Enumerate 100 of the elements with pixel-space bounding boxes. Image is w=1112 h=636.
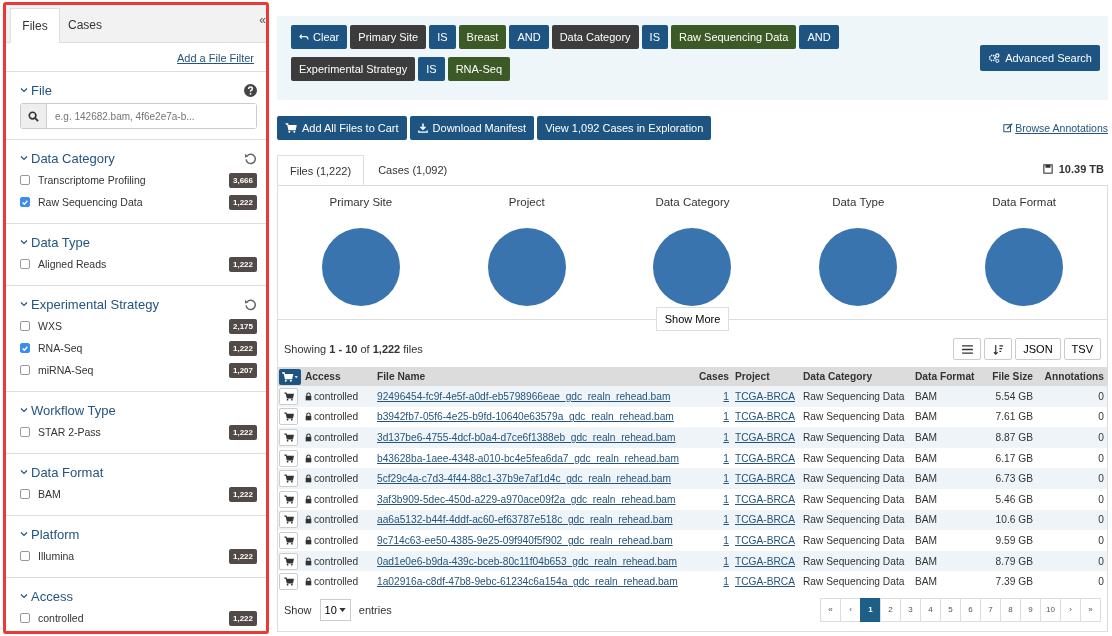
page-button[interactable]: ‹ xyxy=(840,597,861,622)
add-to-cart-button[interactable] xyxy=(279,490,298,508)
facet-option-label[interactable]: STAR 2-Pass xyxy=(38,426,101,438)
cart-menu-button[interactable] xyxy=(279,368,301,385)
cases-link[interactable]: 1 xyxy=(723,390,729,402)
reset-icon[interactable] xyxy=(244,151,257,165)
add-to-cart-button[interactable] xyxy=(279,552,298,570)
query-term[interactable]: Raw Sequencing Data xyxy=(671,25,797,49)
column-header[interactable]: File Size xyxy=(992,371,1033,382)
pie-chart[interactable] xyxy=(985,228,1064,306)
page-button[interactable]: 8 xyxy=(1000,597,1021,622)
cases-link[interactable]: 1 xyxy=(723,452,729,464)
add-to-cart-button[interactable] xyxy=(279,573,298,591)
action-button[interactable]: Download Manifest xyxy=(409,116,535,140)
project-link[interactable]: TCGA-BRCA xyxy=(735,534,795,546)
file-name-link[interactable]: 3af3b909-5dec-450d-a229-a970ace09f2a_gdc_realn_rehead.bam xyxy=(377,493,676,505)
column-header[interactable]: Cases xyxy=(698,371,729,382)
action-button[interactable]: Add All Files to Cart xyxy=(277,116,407,140)
collapse-button[interactable]: « xyxy=(259,9,266,27)
cases-link[interactable]: 1 xyxy=(723,411,729,423)
reset-icon[interactable] xyxy=(244,297,257,311)
checkbox[interactable] xyxy=(20,343,30,353)
pie-chart[interactable] xyxy=(819,228,898,306)
columns-button[interactable] xyxy=(953,338,982,360)
pie-chart[interactable] xyxy=(487,228,566,306)
sidebar-tab[interactable]: Files xyxy=(10,8,60,43)
column-header[interactable]: Annotations xyxy=(1044,371,1104,382)
cases-link[interactable]: 1 xyxy=(723,534,729,546)
checkbox[interactable] xyxy=(20,365,30,375)
browse-annotations-link[interactable]: Browse Annotations xyxy=(1003,122,1108,134)
add-to-cart-button[interactable] xyxy=(279,387,298,405)
file-name-link[interactable]: 92496454-fc9f-4e5f-a0df-eb5798966eae_gdc_realn_rehead.bam xyxy=(377,390,671,402)
query-term[interactable]: Experimental Strategy xyxy=(291,57,416,81)
project-link[interactable]: TCGA-BRCA xyxy=(735,390,795,402)
cases-link[interactable]: 1 xyxy=(723,576,729,588)
column-header[interactable]: Access xyxy=(305,371,341,382)
sidebar-tab[interactable]: Cases xyxy=(60,8,110,42)
page-button[interactable]: 1 xyxy=(860,597,881,622)
cases-link[interactable]: 1 xyxy=(723,514,729,526)
cases-link[interactable]: 1 xyxy=(723,555,729,567)
show-more-button[interactable]: Show More xyxy=(655,307,730,331)
file-name-link[interactable]: 3d137be6-4755-4dcf-b0a4-d7ce6f1388eb_gdc_realn_rehead.bam xyxy=(377,432,676,443)
checkbox[interactable] xyxy=(20,197,30,207)
cases-link[interactable]: 1 xyxy=(723,473,729,485)
page-button[interactable]: 4 xyxy=(920,597,941,622)
chevron-icon[interactable] xyxy=(20,301,28,307)
chevron-icon[interactable] xyxy=(20,593,28,599)
page-button[interactable]: « xyxy=(820,597,841,622)
page-button[interactable]: 5 xyxy=(940,597,961,622)
facet-option-label[interactable]: Aligned Reads xyxy=(38,258,107,270)
chevron-icon[interactable] xyxy=(20,239,28,245)
checkbox[interactable] xyxy=(20,321,30,331)
facet-option-label[interactable]: Illumina xyxy=(38,550,75,562)
page-button[interactable]: 2 xyxy=(880,597,901,622)
project-link[interactable]: TCGA-BRCA xyxy=(735,452,795,464)
facet-option-label[interactable]: Transcriptome Profiling xyxy=(38,174,146,186)
checkbox[interactable] xyxy=(20,613,30,623)
results-tab[interactable]: Files (1,222) xyxy=(277,155,365,186)
query-term[interactable]: IS xyxy=(641,25,668,49)
advanced-search-button[interactable]: Advanced Search xyxy=(980,45,1100,71)
checkbox[interactable] xyxy=(20,551,30,561)
page-button[interactable]: 6 xyxy=(960,597,981,622)
pie-chart[interactable] xyxy=(321,228,400,306)
column-header[interactable]: Project xyxy=(735,371,770,382)
file-name-link[interactable]: 0ad1e0e6-b9da-439c-bceb-80c11f04b653_gdc_realn_rehead.bam xyxy=(377,555,677,567)
add-to-cart-button[interactable] xyxy=(279,511,298,529)
checkbox[interactable] xyxy=(20,175,30,185)
page-button[interactable]: 3 xyxy=(900,597,921,622)
query-term[interactable]: Breast xyxy=(458,25,507,49)
add-to-cart-button[interactable] xyxy=(279,408,298,426)
project-link[interactable]: TCGA-BRCA xyxy=(735,411,795,423)
facet-option-label[interactable]: BAM xyxy=(38,488,61,500)
pie-chart[interactable] xyxy=(653,228,732,306)
file-name-link[interactable]: b3942fb7-05f6-4e25-b9fd-10640e63579a_gdc_realn_rehead.bam xyxy=(377,411,674,423)
file-name-link[interactable]: aa6a5132-b44f-4ddf-ac60-ef63787e518c_gdc_realn_rehead.bam xyxy=(377,514,673,526)
export-button[interactable]: JSON xyxy=(1015,338,1061,360)
facet-option-label[interactable]: miRNA-Seq xyxy=(38,364,94,376)
chevron-icon[interactable] xyxy=(20,469,28,475)
file-name-link[interactable]: 9c714c63-ee50-4385-9e25-09f940f5f902_gdc_realn_rehead.bam xyxy=(377,534,673,546)
column-header[interactable]: File Name xyxy=(377,371,426,382)
add-to-cart-button[interactable] xyxy=(279,429,298,446)
project-link[interactable]: TCGA-BRCA xyxy=(735,493,795,505)
column-header[interactable]: Data Format xyxy=(915,371,975,382)
query-term[interactable]: AND xyxy=(799,25,839,49)
cases-link[interactable]: 1 xyxy=(723,493,729,505)
clear-button[interactable]: Clear xyxy=(291,25,348,49)
project-link[interactable]: TCGA-BRCA xyxy=(735,432,795,443)
facet-option-label[interactable]: controlled xyxy=(38,612,84,624)
chevron-icon[interactable] xyxy=(20,87,28,93)
project-link[interactable]: TCGA-BRCA xyxy=(735,555,795,567)
checkbox[interactable] xyxy=(20,427,30,437)
page-size-dropdown[interactable]: 10 xyxy=(319,598,351,621)
action-button[interactable]: View 1,092 Cases in Exploration xyxy=(537,116,712,140)
file-search-field[interactable]: e.g. 142682.bam, 4f6e2e7a-b... xyxy=(20,103,257,129)
page-button[interactable]: 7 xyxy=(980,597,1001,622)
add-to-cart-button[interactable] xyxy=(279,470,298,488)
query-term[interactable]: Data Category xyxy=(551,25,639,49)
chevron-icon[interactable] xyxy=(20,155,28,161)
checkbox[interactable] xyxy=(20,489,30,499)
cases-link[interactable]: 1 xyxy=(723,432,729,443)
